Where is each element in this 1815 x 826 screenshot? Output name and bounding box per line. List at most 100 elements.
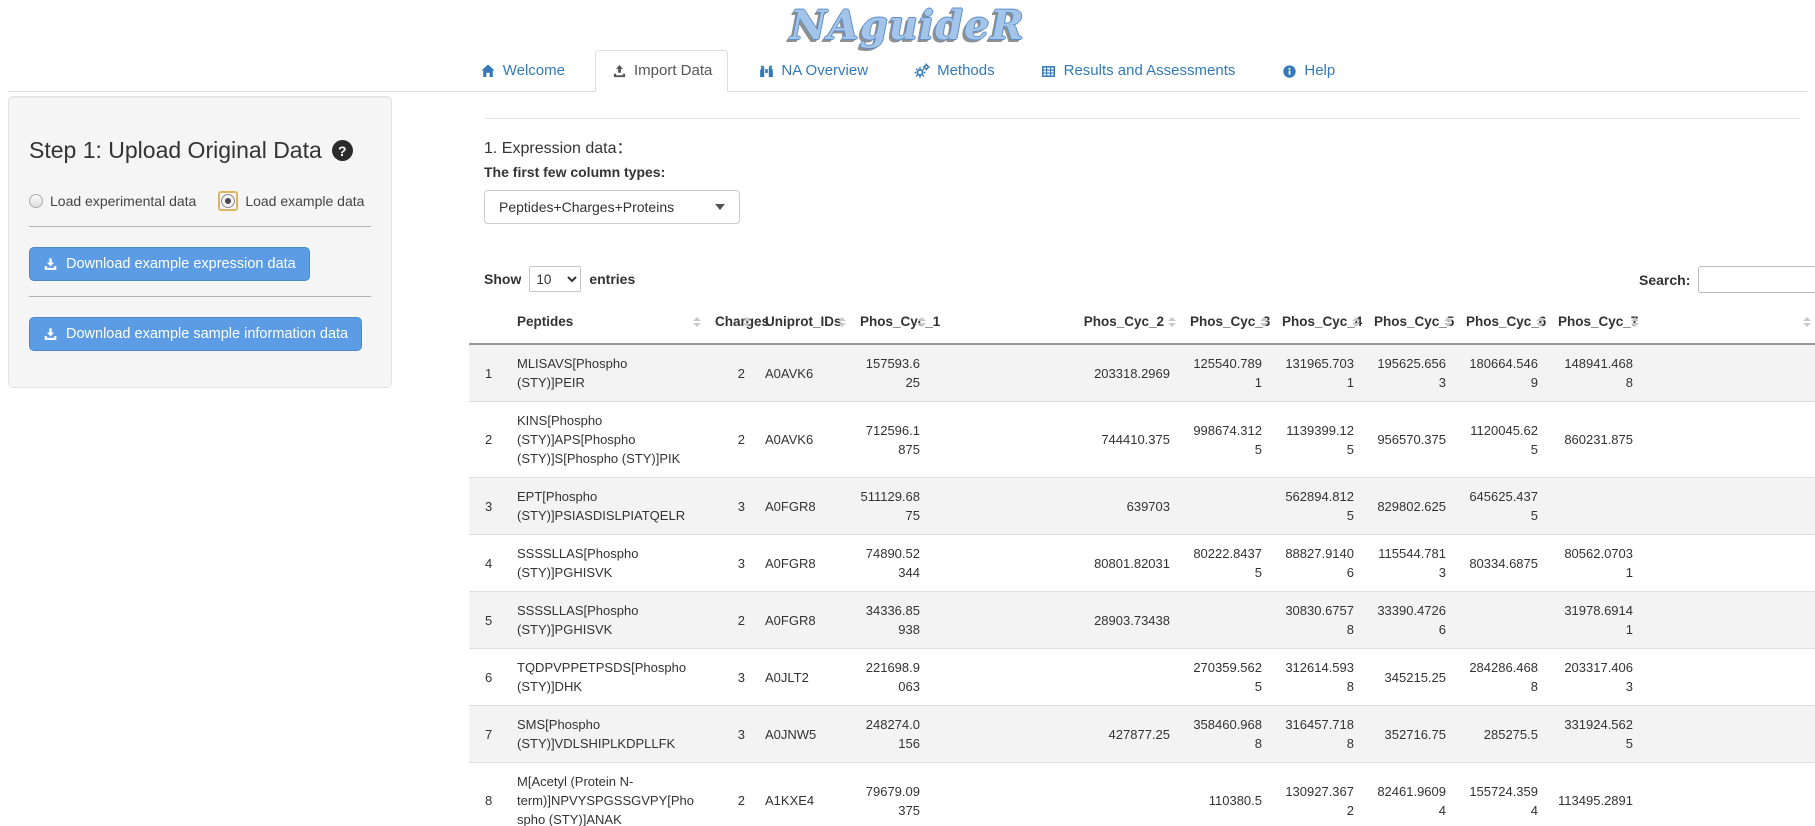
column-header-label: Phos_Cyc_4 [1282, 314, 1362, 329]
sort-arrows-icon [1631, 317, 1639, 327]
download-expression-data-button[interactable]: Download example expression data [29, 247, 310, 281]
tab-label: NA Overview [781, 61, 868, 81]
table-row: 4SSSSLLAS[Phospho (STY)]PGHISVK3A0FGR874… [469, 535, 1815, 592]
peptide-cell: SMS[Phospho (STY)]VDLSHIPLKDPLLFK [507, 706, 705, 763]
sort-arrows-icon [1352, 317, 1360, 327]
uniprot-id-cell: A1KXE4 [755, 763, 850, 826]
phos-cyc-1-cell: 157593.625 [850, 344, 930, 402]
column-header-label: Phos_Cyc_6 [1466, 314, 1546, 329]
button-label: Download example sample information data [66, 325, 348, 343]
phos-cyc-2-cell: 80801.82031 [930, 535, 1180, 592]
column-header-label: Phos_Cyc_1 [860, 314, 940, 329]
table-row: 5SSSSLLAS[Phospho (STY)]PGHISVK2A0FGR834… [469, 592, 1815, 649]
app-logo: NAguideR [0, 2, 1815, 49]
column-header-phos-cyc-1[interactable]: Phos_Cyc_1 [850, 300, 930, 344]
phos-cyc-3-cell: 358460.9688 [1180, 706, 1272, 763]
sort-arrows-icon [1444, 317, 1452, 327]
download-sample-info-button[interactable]: Download example sample information data [29, 317, 362, 351]
table-icon [1041, 63, 1057, 79]
sort-arrows-icon [693, 317, 701, 327]
column-header-charges[interactable]: Charges [705, 300, 755, 344]
phos-cyc-5-cell: 195625.6563 [1364, 344, 1456, 402]
charges-cell: 2 [705, 592, 755, 649]
tab-results-and-assessments[interactable]: Results and Assessments [1025, 50, 1252, 92]
phos-cyc-7-cell: 860231.875 [1548, 402, 1643, 478]
divider [29, 226, 371, 227]
phos-cyc-2-cell [930, 649, 1180, 706]
phos-cyc-3-cell: 110380.5 [1180, 763, 1272, 826]
phos-cyc-5-cell: 82461.96094 [1364, 763, 1456, 826]
tab-methods[interactable]: Methods [898, 50, 1011, 92]
table-row: 7SMS[Phospho (STY)]VDLSHIPLKDPLLFK3A0JNW… [469, 706, 1815, 763]
search-label: Search: [1639, 272, 1690, 288]
show-label: Show [484, 271, 521, 287]
tab-label: Import Data [634, 61, 712, 81]
phos-cyc-3-cell: 270359.5625 [1180, 649, 1272, 706]
radio-load-experimental-data[interactable]: Load experimental data [29, 193, 196, 209]
column-header-phos-cyc-6[interactable]: Phos_Cyc_6 [1456, 300, 1548, 344]
charges-cell: 2 [705, 344, 755, 402]
row-index-cell: 6 [469, 649, 507, 706]
sort-arrows-icon [918, 317, 926, 327]
column-header-spacer [469, 300, 507, 344]
tab-na-overview[interactable]: NA Overview [742, 50, 884, 92]
phos-cyc-6-cell: 80334.6875 [1456, 535, 1548, 592]
table-row: 6TQDPVPPETPSDS[Phospho (STY)]DHK3A0JLT22… [469, 649, 1815, 706]
phos-cyc-1-cell: 74890.52344 [850, 535, 930, 592]
panel-title: Step 1: Upload Original Data [29, 137, 322, 164]
column-header-peptides[interactable]: Peptides [507, 300, 705, 344]
column-header-label: Phos_Cyc_7 [1558, 314, 1638, 329]
phos-cyc-6-cell: 1120045.625 [1456, 402, 1548, 478]
column-header-phos-cyc-3[interactable]: Phos_Cyc_3 [1180, 300, 1272, 344]
download-icon [43, 327, 58, 342]
column-header-phos-cyc-5[interactable]: Phos_Cyc_5 [1364, 300, 1456, 344]
charges-cell: 2 [705, 402, 755, 478]
row-index-cell: 4 [469, 535, 507, 592]
peptide-cell: TQDPVPPETPSDS[Phospho (STY)]DHK [507, 649, 705, 706]
page-length-select[interactable]: 10 [529, 266, 581, 292]
tab-welcome[interactable]: Welcome [464, 50, 581, 92]
button-label: Download example expression data [66, 255, 296, 273]
column-header-label: Phos_Cyc_2 [1084, 314, 1164, 329]
uniprot-id-cell: A0JNW5 [755, 706, 850, 763]
column-header-spacer[interactable] [1643, 300, 1815, 344]
column-header-phos-cyc-4[interactable]: Phos_Cyc_4 [1272, 300, 1364, 344]
radio-label: Load example data [245, 193, 364, 209]
phos-cyc-4-cell: 130927.3672 [1272, 763, 1364, 826]
phos-cyc-2-cell: 28903.73438 [930, 592, 1180, 649]
peptide-cell: EPT[Phospho (STY)]PSIASDISLPIATQELR [507, 478, 705, 535]
phos-cyc-1-cell: 712596.1875 [850, 402, 930, 478]
phos-cyc-1-cell: 248274.0156 [850, 706, 930, 763]
phos-cyc-5-cell: 115544.7813 [1364, 535, 1456, 592]
radio-button-icon [221, 194, 235, 208]
table-row: 1MLISAVS[Phospho (STY)]PEIR2A0AVK6157593… [469, 344, 1815, 402]
column-header-phos-cyc-2[interactable]: Phos_Cyc_2 [930, 300, 1180, 344]
radio-load-example-data[interactable]: Load example data [218, 191, 364, 211]
phos-cyc-6-cell [1456, 592, 1548, 649]
help-icon[interactable]: ? [332, 140, 353, 161]
uniprot-id-cell: A0FGR8 [755, 592, 850, 649]
tab-label: Welcome [503, 61, 565, 81]
column-types-label: The first few column types: [484, 164, 665, 180]
spacer-cell [1643, 649, 1815, 706]
search-input[interactable] [1698, 266, 1815, 293]
phos-cyc-7-cell: 331924.5625 [1548, 706, 1643, 763]
phos-cyc-7-cell: 80562.07031 [1548, 535, 1643, 592]
table-search-control: Search: [1639, 266, 1815, 293]
phos-cyc-3-cell: 80222.84375 [1180, 535, 1272, 592]
gears-icon [914, 63, 930, 79]
phos-cyc-6-cell: 285275.5 [1456, 706, 1548, 763]
peptide-cell: KINS[Phospho (STY)]APS[Phospho (STY)]S[P… [507, 402, 705, 478]
column-header-phos-cyc-7[interactable]: Phos_Cyc_7 [1548, 300, 1643, 344]
column-header-uniprot-ids[interactable]: Uniprot_IDs [755, 300, 850, 344]
tab-label: Help [1304, 61, 1335, 81]
sort-arrows-icon [1168, 317, 1176, 327]
tab-import-data[interactable]: Import Data [595, 50, 728, 92]
entries-length-control: Show 10 entries [484, 266, 635, 292]
phos-cyc-5-cell: 829802.625 [1364, 478, 1456, 535]
charges-cell: 3 [705, 706, 755, 763]
uniprot-id-cell: A0FGR8 [755, 535, 850, 592]
panel-title-row: Step 1: Upload Original Data ? [29, 137, 371, 164]
tab-help[interactable]: Help [1265, 50, 1351, 92]
column-types-select[interactable]: Peptides+Charges+Proteins [484, 190, 740, 224]
